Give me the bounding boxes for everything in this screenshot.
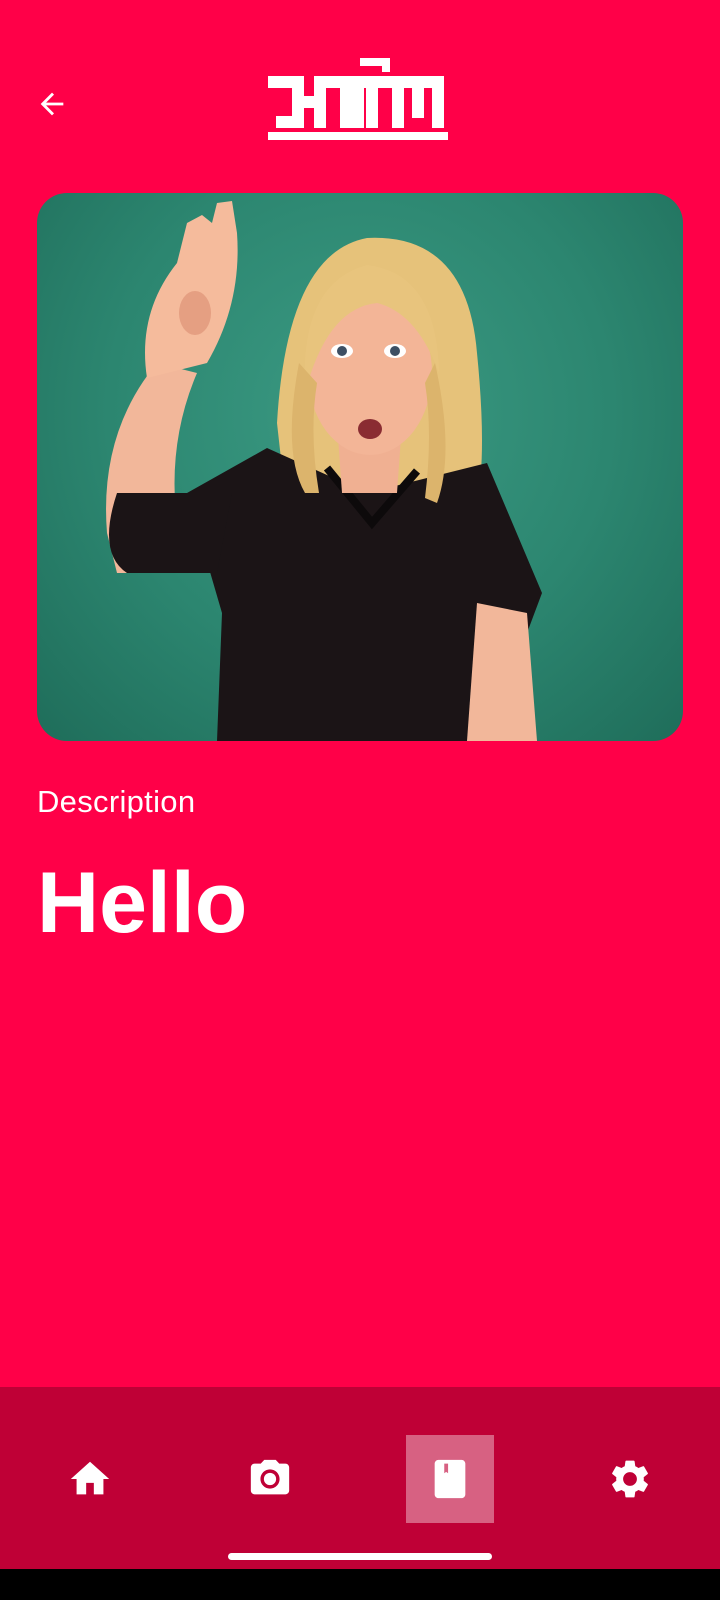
- app-logo: [268, 52, 452, 144]
- gear-icon: [612, 1460, 648, 1498]
- back-button[interactable]: [22, 80, 82, 128]
- sign-video[interactable]: [37, 193, 683, 741]
- camera-icon: [250, 1459, 290, 1495]
- bottom-navigation: [0, 1387, 720, 1569]
- home-icon: [70, 1461, 110, 1495]
- nav-dictionary[interactable]: [406, 1435, 494, 1523]
- sign-word: Hello: [37, 855, 248, 951]
- system-gesture-area: [0, 1569, 720, 1600]
- nav-camera[interactable]: [226, 1435, 314, 1523]
- arrow-left-icon: [40, 92, 64, 116]
- home-gesture-handle[interactable]: [228, 1553, 492, 1560]
- nav-home[interactable]: [46, 1435, 134, 1523]
- description-label: Description: [37, 784, 196, 819]
- nav-settings[interactable]: [586, 1435, 674, 1523]
- word-detail-screen: Description Hello: [0, 0, 720, 1600]
- book-icon: [434, 1459, 466, 1499]
